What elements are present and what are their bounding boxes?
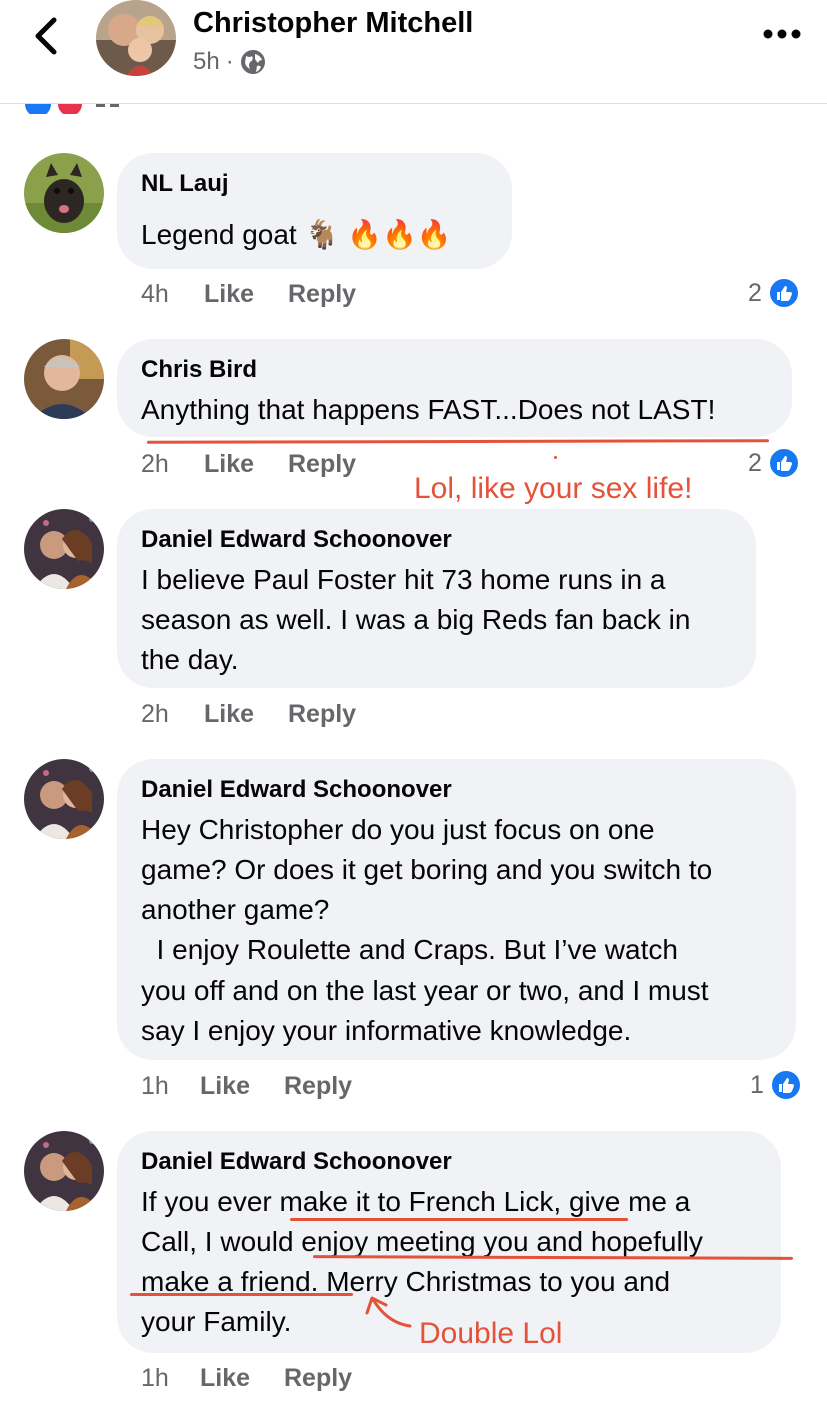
comment-time: 2h xyxy=(141,450,169,478)
comment-like-count[interactable]: 1 xyxy=(750,1069,802,1101)
comment-actions: 1h Like Reply xyxy=(141,1363,352,1393)
more-dots-icon xyxy=(763,29,801,39)
thumbs-up-icon xyxy=(767,447,800,479)
like-button[interactable]: Like xyxy=(204,449,288,479)
comment-text-line: If you ever make it to French Lick, give… xyxy=(141,1186,691,1217)
meta-separator: · xyxy=(225,48,234,75)
comment-text-line: the day. xyxy=(141,644,239,675)
annotation-note: Lol, like your sex life! xyxy=(414,472,693,505)
comment-time: 4h xyxy=(141,280,169,308)
commenter-avatar[interactable] xyxy=(24,153,104,233)
post-author-name[interactable]: Christopher Mitchell xyxy=(193,6,473,40)
annotation-underline xyxy=(146,439,770,444)
comment-text-line: Hey Christopher do you just focus on one xyxy=(141,814,655,845)
love-reaction-icon xyxy=(56,104,84,114)
annotation-arrow-icon xyxy=(365,1296,412,1328)
comment-like-count[interactable]: 2 xyxy=(748,277,800,309)
like-button[interactable]: Like xyxy=(204,279,288,309)
reply-button[interactable]: Reply xyxy=(288,699,356,729)
comment-time: 1h xyxy=(141,1364,169,1392)
annotation-dot xyxy=(554,456,557,459)
comment-time: 2h xyxy=(141,700,169,728)
commenter-avatar[interactable] xyxy=(24,339,104,419)
comment-text-line: your Family. xyxy=(141,1306,292,1337)
annotation-underline xyxy=(130,1293,353,1296)
comment-author[interactable]: Chris Bird xyxy=(141,355,257,385)
comment-text: Anything that happens FAST...Does not LA… xyxy=(141,394,716,425)
reaction-summary[interactable] xyxy=(24,104,134,114)
comment-text-line: another game? xyxy=(141,894,330,925)
annotation-note: Double Lol xyxy=(419,1317,563,1350)
comment-text-line: season as well. I was a big Reds fan bac… xyxy=(141,604,691,635)
annotation-underline xyxy=(290,1218,628,1221)
post-time: 5h xyxy=(193,48,220,75)
like-button[interactable]: Like xyxy=(200,1363,284,1393)
comment-author[interactable]: Daniel Edward Schoonover xyxy=(141,775,452,805)
author-avatar[interactable] xyxy=(96,0,176,76)
comment-text-line: you off and on the last year or two, and… xyxy=(141,975,709,1006)
comment-text: Legend goat 🐐 🔥🔥🔥 xyxy=(141,219,452,250)
commenter-avatar[interactable] xyxy=(24,1131,104,1211)
comment-actions: 4h Like Reply xyxy=(141,279,356,309)
commenter-avatar[interactable] xyxy=(24,759,104,839)
reply-button[interactable]: Reply xyxy=(288,449,356,479)
comment-author[interactable]: Daniel Edward Schoonover xyxy=(141,525,452,555)
comment-author[interactable]: NL Lauj xyxy=(141,169,229,199)
commenter-avatar[interactable] xyxy=(24,509,104,589)
comment-actions: 2h Like Reply xyxy=(141,449,356,479)
post-meta: 5h · xyxy=(193,46,266,78)
comment-text-line: say I enjoy your informative knowledge. xyxy=(141,1015,632,1046)
chevron-left-icon xyxy=(35,17,57,55)
comment-actions: 2h Like Reply xyxy=(141,699,356,729)
reply-button[interactable]: Reply xyxy=(284,1363,352,1393)
comment-author[interactable]: Daniel Edward Schoonover xyxy=(141,1147,452,1177)
thumbs-up-icon xyxy=(767,277,800,309)
comment-time: 1h xyxy=(141,1072,169,1100)
reply-button[interactable]: Reply xyxy=(288,279,356,309)
back-button[interactable] xyxy=(28,14,68,58)
like-count: 2 xyxy=(748,279,762,307)
comment-actions: 1h Like Reply xyxy=(141,1071,352,1101)
comment-like-count[interactable]: 2 xyxy=(748,447,800,479)
comment-text-line: I believe Paul Foster hit 73 home runs i… xyxy=(141,564,666,595)
like-reaction-icon xyxy=(25,104,51,114)
like-count: 1 xyxy=(750,1071,764,1099)
comment-text-line: game? Or does it get boring and you swit… xyxy=(141,854,713,885)
like-button[interactable]: Like xyxy=(204,699,288,729)
thumbs-up-icon xyxy=(769,1069,802,1101)
comment-text-line: I enjoy Roulette and Craps. But I’ve wat… xyxy=(141,934,678,965)
post-header: Christopher Mitchell 5h · xyxy=(0,0,827,104)
more-options-button[interactable] xyxy=(762,24,802,44)
like-button[interactable]: Like xyxy=(200,1071,284,1101)
globe-icon xyxy=(240,50,265,74)
reply-button[interactable]: Reply xyxy=(284,1071,352,1101)
like-count: 2 xyxy=(748,449,762,477)
